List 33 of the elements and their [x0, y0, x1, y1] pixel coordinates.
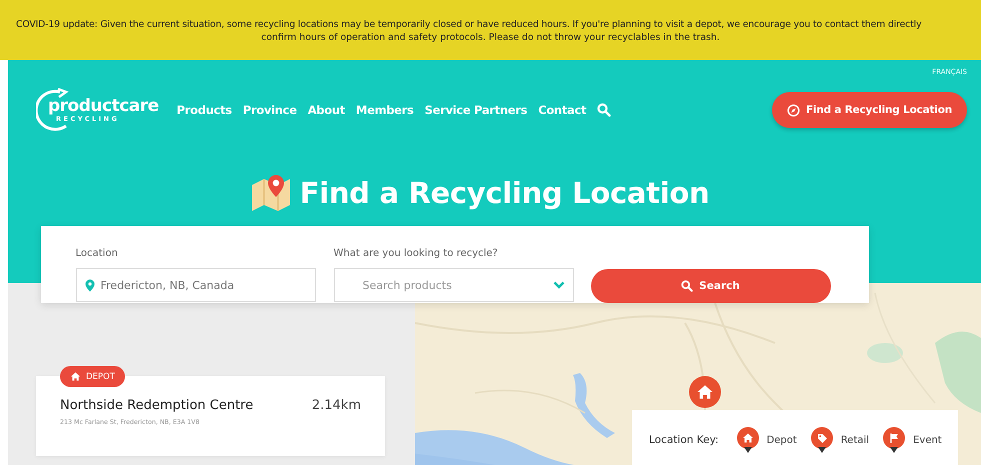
- compass-icon: [786, 104, 800, 116]
- logo-wordmark[interactable]: productcare: [48, 98, 159, 114]
- chevron-down-icon: [552, 281, 564, 289]
- house-icon: [70, 371, 81, 382]
- nav-link[interactable]: Province: [242, 103, 297, 117]
- field-label: What are you looking to recycle?: [334, 248, 499, 259]
- house-icon: [742, 432, 754, 444]
- legend-label: Retail: [840, 434, 870, 446]
- distance-text: 2.14km: [312, 398, 361, 413]
- announcement-text: COVID-19 update: Given the current situation, some recycling locations may be temporarily closed or have reduced hours. If you're planning to visit a depot, we encourage you to contact them directly: [15, 18, 922, 31]
- flag-icon: [888, 432, 900, 444]
- legend-title: Location Key:: [649, 434, 719, 446]
- search-icon: [681, 280, 694, 292]
- nav-link[interactable]: Members: [356, 103, 414, 117]
- find-location-button[interactable]: Find a Recycling Location: [772, 92, 967, 128]
- legend-label: Depot: [766, 434, 797, 446]
- location-field[interactable]: Fredericton, NB, Canada: [76, 268, 316, 302]
- tag-icon: [816, 432, 828, 444]
- location-name: Northside Redemption Centre: [60, 398, 254, 413]
- location-type-badge: DEPOT: [60, 366, 125, 387]
- nav-link[interactable]: Contact: [538, 103, 586, 117]
- announcement-text: confirm hours of operation and safety protocols. Please do not throw your recyclables in the trash.: [260, 31, 721, 44]
- location-pin-icon: [84, 278, 94, 292]
- nav-link[interactable]: Products: [176, 103, 232, 117]
- product-dropdown[interactable]: Search products: [334, 268, 574, 302]
- nav-link[interactable]: Service Partners: [424, 103, 528, 117]
- nav-link[interactable]: About: [308, 103, 345, 117]
- page-title: Find a Recycling Location: [300, 176, 710, 210]
- legend-label: Event: [913, 434, 942, 446]
- search-icon[interactable]: [597, 103, 612, 117]
- field-label: Location: [76, 248, 119, 259]
- map-pin-icon: [250, 173, 292, 213]
- search-button[interactable]: Search: [590, 269, 830, 303]
